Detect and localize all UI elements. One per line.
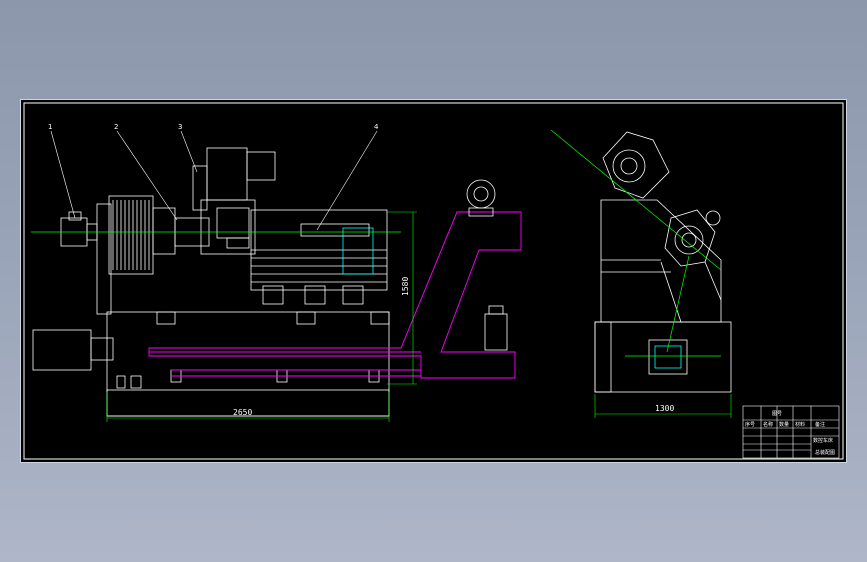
leveler-2 [296,311,316,325]
side-column [600,199,722,323]
side-incline-line [550,129,722,271]
feed-motor [32,329,92,371]
encoder-cap [68,211,82,221]
tool-clamp [226,237,250,249]
part-label-3: 3 [178,123,182,131]
machine-bed [106,311,390,417]
chip-conveyor [148,211,522,379]
conveyor-frame [148,211,522,379]
title-block-sub: 总装配图 [815,449,835,456]
side-turret-disk [612,149,646,183]
tailstock-quill [300,223,370,237]
title-block-title: 数控车床 [813,437,833,444]
part-label-4: 4 [374,123,379,131]
inner-border [23,102,844,460]
title-block-col-3: 数量 [779,421,789,428]
title-block-stamp: 图号 [772,411,782,417]
assembly-drawing: 1 2 3 4 2650 1580 1300 图号 序号 名称 数量 材料 备注… [23,102,844,460]
bed-foot-3 [342,285,364,305]
side-knob [705,210,721,226]
leader-lines [50,130,378,231]
dim-height: 1580 [401,277,410,296]
part-label-1: 1 [48,123,52,131]
length-dimension [106,392,390,422]
dim-overall-length: 2650 [233,408,252,417]
side-vertical-line [666,255,690,353]
pulley-ribs [112,200,150,270]
side-view [594,131,732,393]
title-block-col-1: 序号 [745,421,755,428]
leveler-1 [156,311,176,325]
tool-block [216,207,250,239]
cad-viewport: 1 2 3 4 2650 1580 1300 图号 序号 名称 数量 材料 备注… [0,0,867,562]
side-base-end [594,321,612,393]
bed-foot-1 [262,285,284,305]
side-base [594,321,732,393]
side-motor-core [654,345,682,369]
drain-plug [116,375,126,389]
title-block-col-5: 备注 [815,421,825,428]
turret-motor [246,151,276,181]
height-dimension [387,211,417,385]
drawing-sheet: 1 2 3 4 2650 1580 1300 图号 序号 名称 数量 材料 备注… [20,99,847,463]
saddle-lines [251,249,387,283]
side-spindle-head [664,209,716,267]
leveler-3 [370,311,390,325]
drain-valve [130,375,142,389]
tool-holder [192,165,208,211]
bed-foot-2 [304,285,326,305]
dim-width: 1300 [655,404,674,413]
chuck [152,207,176,255]
part-label-2: 2 [114,123,118,131]
turret-housing [206,147,248,201]
title-block-col-2: 名称 [763,421,773,428]
side-turret-hub [620,157,638,175]
title-block-col-4: 材料 [795,421,805,428]
tailstock-body [342,227,374,275]
pulley-drum [108,195,154,275]
motor-coupling [90,337,114,361]
